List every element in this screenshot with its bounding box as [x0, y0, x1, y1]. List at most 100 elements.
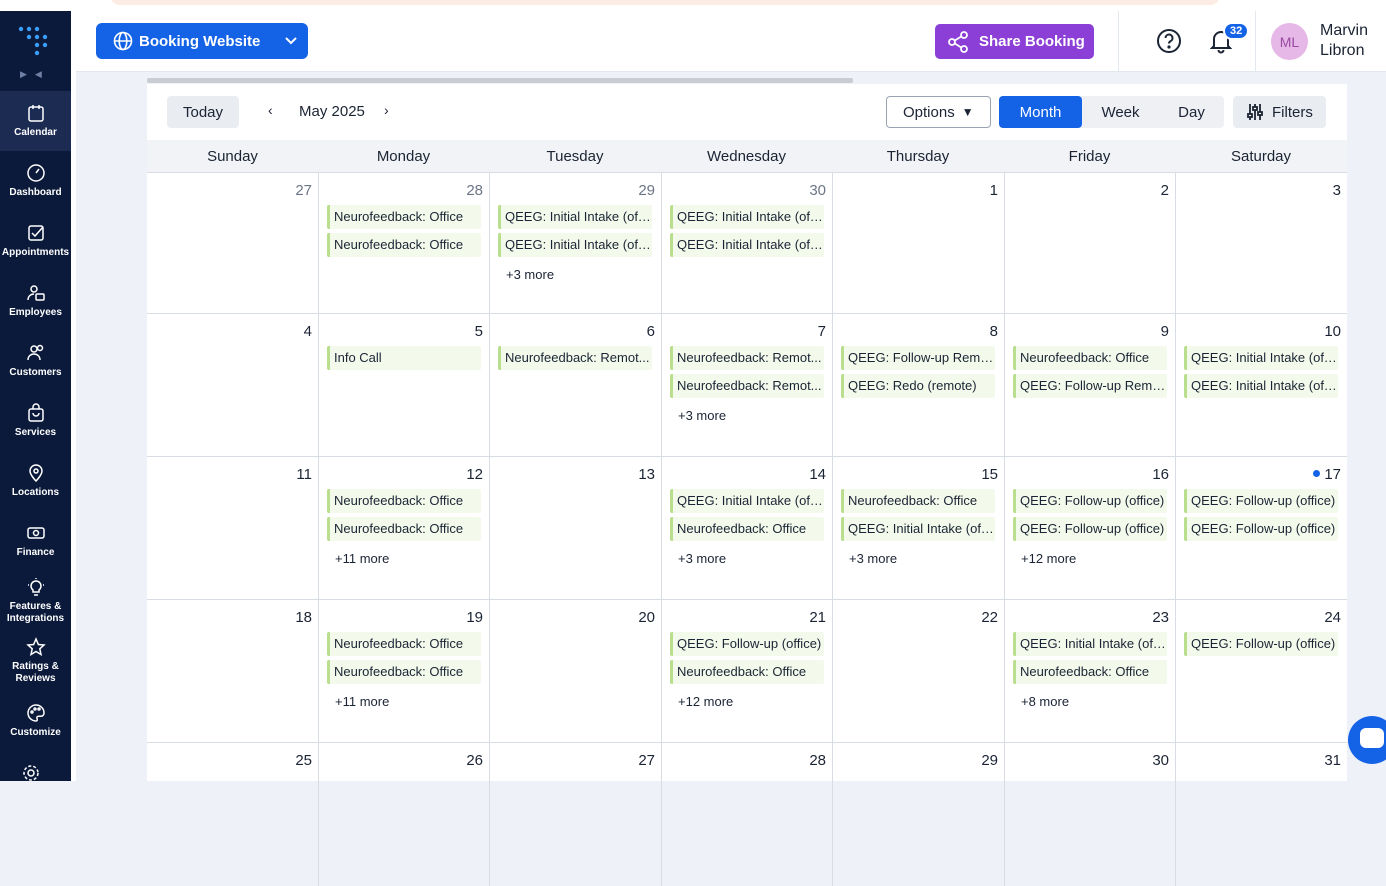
- day-cell[interactable]: 3: [1175, 173, 1347, 316]
- day-cell[interactable]: 28: [661, 743, 832, 886]
- day-number[interactable]: 18: [295, 609, 312, 626]
- day-cell[interactable]: 30 QEEG: Initial Intake (off... QEEG: Init…: [661, 173, 832, 316]
- event-chip[interactable]: Info Call: [327, 346, 481, 370]
- event-chip[interactable]: QEEG: Follow-up (office): [1184, 489, 1338, 513]
- day-cell[interactable]: 1: [832, 173, 1004, 316]
- horizontal-scrollbar[interactable]: [147, 78, 853, 83]
- event-chip[interactable]: QEEG: Initial Intake (off...: [670, 205, 824, 229]
- day-number[interactable]: 15: [981, 466, 998, 483]
- day-number[interactable]: 17: [1313, 466, 1341, 483]
- chevron-left-icon[interactable]: ‹: [268, 102, 273, 118]
- event-chip[interactable]: QEEG: Follow-up Remo...: [1013, 374, 1167, 398]
- day-cell[interactable]: 12 Neurofeedback: Office Neurofeedback: Of…: [318, 457, 489, 600]
- day-number[interactable]: 22: [981, 609, 998, 626]
- day-number[interactable]: 28: [466, 182, 483, 199]
- day-number[interactable]: 24: [1324, 609, 1341, 626]
- day-number[interactable]: 31: [1324, 752, 1341, 769]
- day-cell[interactable]: 28 Neurofeedback: Office Neurofeedback: Of…: [318, 173, 489, 316]
- more-events-link[interactable]: +3 more: [678, 408, 726, 423]
- event-chip[interactable]: Neurofeedback: Office: [1013, 346, 1167, 370]
- event-chip[interactable]: Neurofeedback: Remot...: [670, 346, 824, 370]
- day-number[interactable]: 29: [981, 752, 998, 769]
- sidebar-item-services[interactable]: Services: [0, 391, 71, 451]
- sidebar-item-customers[interactable]: Customers: [0, 331, 71, 391]
- day-number[interactable]: 4: [304, 323, 312, 340]
- event-chip[interactable]: Neurofeedback: Office: [327, 489, 481, 513]
- today-button[interactable]: Today: [167, 96, 239, 128]
- day-number[interactable]: 12: [466, 466, 483, 483]
- more-events-link[interactable]: +12 more: [1021, 551, 1076, 566]
- day-number[interactable]: 8: [990, 323, 998, 340]
- event-chip[interactable]: QEEG: Follow-up (office): [1184, 517, 1338, 541]
- day-cell[interactable]: 27: [489, 743, 661, 886]
- day-cell[interactable]: 16 QEEG: Follow-up (office) QEEG: Follow-u…: [1004, 457, 1175, 600]
- day-number[interactable]: 25: [295, 752, 312, 769]
- event-chip[interactable]: QEEG: Initial Intake (off...: [1184, 374, 1338, 398]
- event-chip[interactable]: Neurofeedback: Office: [670, 660, 824, 684]
- event-chip[interactable]: QEEG: Follow-up Remo...: [841, 346, 995, 370]
- sidebar-item-calendar[interactable]: Calendar: [0, 91, 71, 151]
- event-chip[interactable]: QEEG: Initial Intake (off...: [498, 233, 652, 257]
- options-dropdown[interactable]: Options ▼: [886, 96, 991, 128]
- day-number[interactable]: 27: [295, 182, 312, 199]
- day-number[interactable]: 3: [1333, 182, 1341, 199]
- day-number[interactable]: 16: [1152, 466, 1169, 483]
- day-cell[interactable]: 4: [147, 314, 318, 457]
- view-week[interactable]: Week: [1082, 96, 1159, 128]
- event-chip[interactable]: Neurofeedback: Office: [327, 205, 481, 229]
- event-chip[interactable]: Neurofeedback: Office: [1013, 660, 1167, 684]
- more-events-link[interactable]: +3 more: [506, 267, 554, 282]
- day-number[interactable]: 19: [466, 609, 483, 626]
- more-events-link[interactable]: +12 more: [678, 694, 733, 709]
- day-cell[interactable]: 20: [489, 600, 661, 743]
- share-booking-button[interactable]: Share Booking: [935, 24, 1094, 59]
- day-cell[interactable]: 8 QEEG: Follow-up Remo... QEEG: Redo (remo…: [832, 314, 1004, 457]
- day-cell[interactable]: 31: [1175, 743, 1347, 886]
- day-number[interactable]: 30: [1152, 752, 1169, 769]
- day-cell[interactable]: 13: [489, 457, 661, 600]
- sidebar-item-features-integrations[interactable]: Features & Integrations: [0, 571, 71, 631]
- event-chip[interactable]: Neurofeedback: Office: [327, 517, 481, 541]
- event-chip[interactable]: QEEG: Redo (remote): [841, 374, 995, 398]
- day-number[interactable]: 26: [466, 752, 483, 769]
- chevron-right-icon[interactable]: ›: [384, 102, 389, 118]
- day-cell[interactable]: 25: [147, 743, 318, 886]
- day-number[interactable]: 1: [990, 182, 998, 199]
- day-number[interactable]: 27: [638, 752, 655, 769]
- event-chip[interactable]: QEEG: Follow-up (office): [670, 632, 824, 656]
- collapse-arrows-icon[interactable]: ▶◀: [20, 69, 50, 80]
- day-cell[interactable]: 26: [318, 743, 489, 886]
- filters-button[interactable]: Filters: [1233, 96, 1326, 128]
- day-number[interactable]: 30: [809, 182, 826, 199]
- day-cell[interactable]: 27: [147, 173, 318, 316]
- logo-icon[interactable]: [18, 26, 48, 56]
- event-chip[interactable]: QEEG: Initial Intake (off...: [1184, 346, 1338, 370]
- day-number[interactable]: 9: [1161, 323, 1169, 340]
- day-number[interactable]: 5: [475, 323, 483, 340]
- day-number[interactable]: 21: [809, 609, 826, 626]
- day-number[interactable]: 28: [809, 752, 826, 769]
- day-cell[interactable]: 23 QEEG: Initial Intake (off... Neurofeedb…: [1004, 600, 1175, 743]
- day-cell[interactable]: 9 Neurofeedback: Office QEEG: Follow-up Re…: [1004, 314, 1175, 457]
- event-chip[interactable]: Neurofeedback: Office: [670, 517, 824, 541]
- event-chip[interactable]: Neurofeedback: Office: [327, 660, 481, 684]
- sidebar-item-locations[interactable]: Locations: [0, 451, 71, 511]
- day-number[interactable]: 14: [809, 466, 826, 483]
- view-day[interactable]: Day: [1159, 96, 1224, 128]
- day-cell[interactable]: 29: [832, 743, 1004, 886]
- day-cell[interactable]: 11: [147, 457, 318, 600]
- sidebar-item-ratings-reviews[interactable]: Ratings & Reviews: [0, 631, 71, 691]
- day-number[interactable]: 7: [818, 323, 826, 340]
- day-cell[interactable]: 24 QEEG: Follow-up (office): [1175, 600, 1347, 743]
- day-number[interactable]: 2: [1161, 182, 1169, 199]
- day-number[interactable]: 6: [647, 323, 655, 340]
- sidebar-item-customize[interactable]: Customize: [0, 691, 71, 751]
- event-chip[interactable]: Neurofeedback: Remot...: [670, 374, 824, 398]
- day-cell[interactable]: 21 QEEG: Follow-up (office) Neurofeedback:…: [661, 600, 832, 743]
- event-chip[interactable]: QEEG: Initial Intake (off...: [498, 205, 652, 229]
- help-icon[interactable]: [1156, 28, 1182, 54]
- day-cell[interactable]: 30: [1004, 743, 1175, 886]
- sidebar-item-dashboard[interactable]: Dashboard: [0, 151, 71, 211]
- day-cell[interactable]: 14 QEEG: Initial Intake (off... Neurofeedb…: [661, 457, 832, 600]
- event-chip[interactable]: QEEG: Follow-up (office): [1013, 517, 1167, 541]
